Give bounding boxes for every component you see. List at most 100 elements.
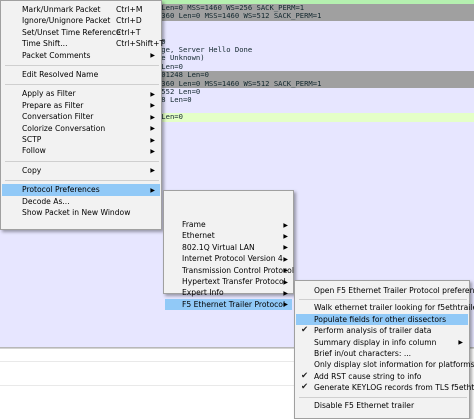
submenu-arrow-icon: ▶ — [283, 301, 288, 309]
submenu-arrow-icon: ▶ — [150, 125, 155, 133]
submenu-arrow-icon: ▶ — [283, 232, 288, 240]
menu-item-label: Prepare as Filter — [22, 100, 84, 110]
menu-item-label: Show Packet in New Window — [22, 208, 131, 217]
submenu-arrow-icon: ▶ — [283, 255, 288, 263]
checkmark-icon: ✔ — [301, 325, 309, 336]
menu-item-label: Copy — [22, 165, 42, 175]
menu-item-label: Generate KEYLOG records from TLS f5ethtr… — [314, 383, 474, 393]
menu-item-label: Internet Protocol Version 4 — [182, 254, 283, 264]
menu-item-label: F5 Ethernet Trailer Protocol — [182, 299, 286, 309]
menu-item-only-display-slot-information-for-platforms[interactable]: Only display slot information for platfo… — [296, 359, 474, 370]
menu-item-label: Populate fields for other dissectors — [314, 314, 447, 324]
menu-item-disable-f5-ethernet-trailer[interactable]: Disable F5 Ethernet trailer — [296, 400, 468, 411]
menu-item-label: Conversation Filter — [22, 112, 94, 122]
menu-item-mark-unmark-packet[interactable]: Mark/Unmark Packet Ctrl+M — [2, 4, 160, 15]
menu-item-transmission-control-protocol[interactable]: Transmission Control Protocol ▶ — [165, 265, 294, 276]
menu-item-generate-keylog-records-from-tls-f5ethtrailer[interactable]: ✔ Generate KEYLOG records from TLS f5etht… — [296, 382, 474, 393]
menu-item-conversation-filter[interactable]: Conversation Filter ▶ — [2, 111, 160, 122]
menu-item-brief-in-out-characters[interactable]: Brief in/out characters: ... — [296, 348, 468, 359]
menu-item-label: Apply as Filter — [22, 89, 76, 99]
menu-item-label: Only display slot information for platfo… — [314, 360, 474, 370]
menu-item-label: Colorize Conversation — [22, 123, 106, 133]
menu-item-expert-info[interactable]: Expert Info ▶ — [165, 287, 292, 298]
menu-item-summary-display-in-info-column[interactable]: Summary display in info column ▶ — [296, 337, 468, 348]
menu-item-edit-resolved-name[interactable]: Edit Resolved Name — [2, 69, 160, 80]
menu-separator — [299, 299, 467, 301]
submenu-arrow-icon: ▶ — [283, 289, 288, 297]
menu-item-label: Disable F5 Ethernet trailer — [314, 400, 415, 410]
menu-item-perform-analysis-of-trailer-data[interactable]: ✔ Perform analysis of trailer data — [296, 325, 468, 336]
menu-item-label: Frame — [182, 220, 206, 229]
menu-item-label: Add RST cause string to info — [314, 371, 422, 381]
menu-item-f5-ethernet-trailer-protocol[interactable]: F5 Ethernet Trailer Protocol ▶ — [165, 298, 292, 311]
menu-item-colorize-conversation[interactable]: Colorize Conversation ▶ — [2, 123, 160, 134]
menu-item-802-1q-virtual-lan[interactable]: 802.1Q Virtual LAN ▶ — [165, 242, 292, 253]
submenu-arrow-icon: ▶ — [283, 278, 288, 286]
menu-item-shortcut: Ctrl+T — [116, 27, 141, 37]
menu-item-sctp[interactable]: SCTP ▶ — [2, 134, 160, 145]
menu-item-hypertext-transfer-protocol[interactable]: Hypertext Transfer Protocol ▶ — [165, 276, 292, 287]
menu-separator — [5, 84, 159, 86]
menu-item-time-shift[interactable]: Time Shift... Ctrl+Shift+T — [2, 38, 164, 49]
menu-item-label: Transmission Control Protocol — [182, 265, 294, 275]
menu-item-protocol-preferences[interactable]: Protocol Preferences ▶ — [2, 184, 160, 196]
submenu-arrow-icon: ▶ — [150, 52, 155, 60]
menu-item-show-packet-in-new-window[interactable]: Show Packet in New Window — [2, 207, 160, 218]
submenu-arrow-icon: ▶ — [150, 90, 155, 98]
menu-item-frame[interactable]: Frame ▶ — [165, 219, 292, 230]
menu-item-shortcut: Ctrl+M — [116, 5, 143, 14]
menu-item-follow[interactable]: Follow ▶ — [2, 145, 160, 156]
menu-item-shortcut: Ctrl+D — [116, 16, 142, 26]
menu-item-label: Expert Info — [182, 288, 224, 298]
menu-item-label: Walk ethernet trailer looking for f5etht… — [314, 303, 474, 313]
menu-item-open-f5-ethernet-trailer-protocol-preferences[interactable]: Open F5 Ethernet Trailer Protocol prefer… — [296, 285, 474, 296]
submenu-arrow-icon: ▶ — [283, 244, 288, 252]
menu-separator — [5, 180, 159, 182]
menu-item-label: Protocol Preferences — [22, 185, 100, 195]
menu-item-set-unset-time-reference[interactable]: Set/Unset Time Reference Ctrl+T — [2, 27, 160, 38]
submenu-arrow-icon: ▶ — [458, 339, 463, 347]
menu-item-label: Brief in/out characters: ... — [314, 349, 412, 358]
menu-item-label: Follow — [22, 146, 46, 156]
submenu-arrow-icon: ▶ — [150, 167, 155, 175]
menu-item-label: Mark/Unmark Packet — [22, 5, 101, 14]
menu-item-label: Summary display in info column — [314, 337, 437, 347]
f5-ethernet-trailer-submenu: Open F5 Ethernet Trailer Protocol prefer… — [294, 280, 474, 419]
submenu-arrow-icon: ▶ — [283, 221, 288, 229]
menu-item-copy[interactable]: Copy ▶ — [2, 165, 160, 176]
menu-item-label: Time Shift... — [22, 39, 68, 49]
menu-item-walk-ethernet-trailer-looking-for-f5ethtrailer[interactable]: Walk ethernet trailer looking for f5etht… — [296, 302, 474, 313]
menu-item-add-rst-cause-string-to-info[interactable]: ✔ Add RST cause string to info — [296, 371, 468, 382]
menu-separator — [5, 65, 159, 66]
checkmark-icon: ✔ — [301, 370, 309, 381]
submenu-arrow-icon: ▶ — [150, 113, 155, 121]
packet-context-menu: Mark/Unmark Packet Ctrl+M Ignore/Unignore … — [0, 0, 164, 230]
menu-item-ignore-unignore-packet[interactable]: Ignore/Unignore Packet Ctrl+D — [2, 15, 160, 26]
menu-separator — [299, 396, 467, 398]
menu-item-label: Edit Resolved Name — [22, 70, 99, 79]
menu-item-packet-comments[interactable]: Packet Comments ▶ — [2, 50, 160, 61]
submenu-arrow-icon: ▶ — [150, 186, 155, 194]
menu-item-internet-protocol-version-4[interactable]: Internet Protocol Version 4 ▶ — [165, 253, 292, 264]
menu-item-label: Perform analysis of trailer data — [314, 326, 432, 336]
menu-separator — [5, 160, 159, 162]
protocol-preferences-submenu: Frame ▶ Ethernet ▶ 802.1Q Virtual LAN ▶ Intern… — [163, 190, 294, 311]
menu-item-label: Decode As... — [22, 196, 70, 206]
submenu-arrow-icon: ▶ — [283, 267, 288, 275]
menu-item-prepare-as-filter[interactable]: Prepare as Filter ▶ — [2, 100, 160, 111]
checkmark-icon: ✔ — [301, 382, 309, 393]
menu-item-label: Ignore/Unignore Packet — [22, 16, 111, 26]
menu-item-populate-fields-for-other-dissectors[interactable]: Populate fields for other dissectors — [296, 313, 468, 326]
menu-item-shortcut: Ctrl+Shift+T — [116, 39, 165, 49]
menu-item-label: Ethernet — [182, 231, 215, 241]
menu-item-label: Open F5 Ethernet Trailer Protocol prefer… — [314, 286, 474, 295]
menu-item-label: Set/Unset Time Reference — [22, 27, 121, 37]
menu-item-decode-as[interactable]: Decode As... — [2, 196, 160, 207]
submenu-arrow-icon: ▶ — [150, 147, 155, 155]
menu-item-ethernet[interactable]: Ethernet ▶ — [165, 230, 292, 241]
menu-item-label: SCTP — [22, 135, 42, 144]
menu-item-label: Packet Comments — [22, 50, 91, 60]
menu-item-label: Hypertext Transfer Protocol — [182, 277, 286, 286]
submenu-arrow-icon: ▶ — [150, 136, 155, 144]
menu-item-apply-as-filter[interactable]: Apply as Filter ▶ — [2, 88, 160, 99]
